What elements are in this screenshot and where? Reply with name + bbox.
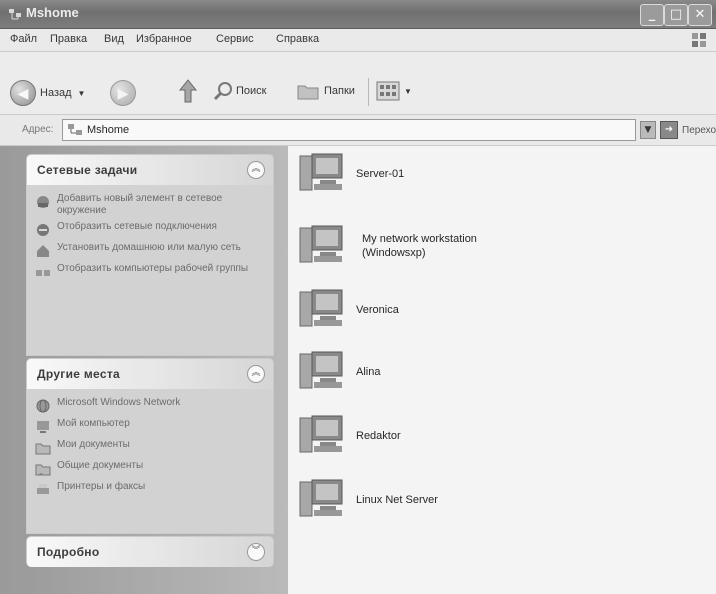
- computer-name: My network workstation (Windowsxp): [362, 233, 477, 259]
- windows-logo-icon: [692, 33, 706, 47]
- go-button[interactable]: ➜ Переход: [660, 121, 716, 139]
- search-icon: [213, 82, 232, 101]
- computer-name: Veronica: [356, 304, 399, 316]
- place-my-documents[interactable]: Мои документы: [35, 439, 265, 456]
- computer-name: Linux Net Server: [356, 494, 438, 506]
- explorer-window: Mshome _ □ ✕ Файл Правка Вид Избранное С…: [0, 0, 716, 594]
- place-microsoft-windows-network[interactable]: Microsoft Windows Network: [35, 397, 265, 414]
- title-bar[interactable]: Mshome _ □ ✕: [0, 0, 716, 29]
- forward-button[interactable]: ▶: [110, 80, 136, 106]
- computer-item[interactable]: Redaktor: [298, 412, 401, 460]
- computer-name: Alina: [356, 366, 381, 378]
- network-icon: [9, 9, 21, 20]
- other-places-header[interactable]: Другие места ︽: [26, 358, 274, 389]
- collapse-icon[interactable]: ︽: [247, 365, 265, 383]
- back-arrow-icon: ◀: [10, 80, 36, 106]
- menu-edit[interactable]: Правка: [50, 33, 87, 45]
- maximize-button[interactable]: □: [664, 4, 688, 26]
- expand-icon[interactable]: ︾: [247, 543, 265, 561]
- globe-icon: [36, 399, 50, 413]
- views-icon: [376, 81, 400, 101]
- task-view-network-connections[interactable]: Отобразить сетевые подключения: [35, 221, 265, 238]
- toolbar: ◀ Назад ▼ ▶ Поиск Папки ▼: [0, 52, 716, 115]
- computer-icon: [37, 421, 49, 433]
- computer-icon: [299, 415, 343, 453]
- place-my-computer[interactable]: Мой компьютер: [35, 418, 265, 435]
- views-button[interactable]: ▼: [376, 80, 412, 102]
- workgroup-icon: [36, 270, 50, 276]
- computer-icon: [299, 153, 343, 191]
- network-connections-icon: [37, 224, 49, 236]
- task-view-workgroup-computers[interactable]: Отобразить компьютеры рабочей группы: [35, 263, 265, 280]
- computer-name: Redaktor: [356, 430, 401, 442]
- file-list: Server-01 My network workstation (Windows…: [288, 146, 716, 594]
- menu-view[interactable]: Вид: [104, 33, 124, 45]
- place-shared-documents[interactable]: Общие документы: [35, 460, 265, 477]
- home-network-icon: [37, 245, 49, 257]
- task-add-network-place[interactable]: Добавить новый элемент в сетевое окружен…: [35, 193, 265, 217]
- menu-file[interactable]: Файл: [10, 33, 37, 45]
- other-places-panel: Другие места ︽ Microsoft Windows Network…: [26, 358, 274, 534]
- up-folder-icon: [178, 79, 198, 103]
- up-folder-button[interactable]: [176, 78, 200, 106]
- details-panel: Подробно ︾: [26, 536, 274, 567]
- computer-item[interactable]: Server-01: [298, 150, 404, 198]
- computer-icon: [299, 351, 343, 389]
- folders-button[interactable]: Папки: [296, 80, 355, 102]
- computer-icon: [299, 225, 343, 263]
- computer-name: Server-01: [356, 168, 405, 180]
- menu-bar: Файл Правка Вид Избранное Сервис Справка: [0, 29, 716, 52]
- network-tasks-panel: Сетевые задачи ︽ Добавить новый элемент …: [26, 154, 274, 356]
- printer-icon: [37, 484, 49, 494]
- place-printers-and-faxes[interactable]: Принтеры и факсы: [35, 481, 265, 498]
- forward-arrow-icon: ▶: [110, 80, 136, 106]
- close-button[interactable]: ✕: [688, 4, 712, 26]
- add-network-place-icon: [37, 196, 49, 208]
- shared-folder-icon: [35, 464, 51, 476]
- panel-title: Сетевые задачи: [37, 163, 138, 177]
- views-dropdown-icon: ▼: [404, 86, 412, 96]
- menu-tools[interactable]: Сервис: [216, 33, 254, 45]
- collapse-icon[interactable]: ︽: [247, 161, 265, 179]
- search-button[interactable]: Поиск: [212, 80, 266, 102]
- computer-item[interactable]: Alina: [298, 348, 380, 396]
- computer-item[interactable]: My network workstation (Windowsxp): [298, 222, 477, 270]
- panel-title: Другие места: [37, 367, 120, 381]
- computer-icon: [299, 289, 343, 327]
- computer-item[interactable]: Linux Net Server: [298, 476, 438, 524]
- network-tasks-header[interactable]: Сетевые задачи ︽: [26, 154, 274, 185]
- computer-icon: [299, 479, 343, 517]
- go-arrow-icon: ➜: [660, 121, 678, 139]
- address-field[interactable]: Mshome: [62, 119, 636, 141]
- panel-title: Подробно: [37, 545, 100, 559]
- address-value: Mshome: [87, 124, 130, 136]
- task-setup-home-network[interactable]: Установить домашнюю или малую сеть: [35, 242, 265, 259]
- task-pane: Сетевые задачи ︽ Добавить новый элемент …: [0, 146, 288, 594]
- window-title: Mshome: [26, 5, 79, 20]
- menu-favorites[interactable]: Избранное: [136, 33, 192, 45]
- back-dropdown-icon[interactable]: ▼: [78, 89, 86, 98]
- address-label: Адрес:: [22, 124, 54, 135]
- menu-help[interactable]: Справка: [276, 33, 319, 45]
- computer-item[interactable]: Veronica: [298, 286, 399, 334]
- network-folder-icon: [68, 124, 82, 135]
- address-dropdown-icon[interactable]: ▼: [640, 121, 656, 139]
- toolbar-separator: [368, 78, 369, 106]
- folder-icon: [35, 443, 51, 455]
- back-button[interactable]: ◀ Назад ▼: [10, 80, 85, 106]
- minimize-button[interactable]: _: [640, 4, 664, 26]
- address-bar: Адрес: Mshome ▼ ➜ Переход: [0, 115, 716, 146]
- folders-icon: [297, 85, 319, 100]
- details-header[interactable]: Подробно ︾: [26, 536, 274, 567]
